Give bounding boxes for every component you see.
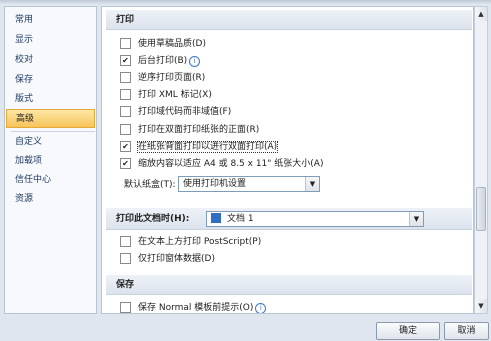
checkbox-draft-quality[interactable] [120, 37, 131, 49]
option-row[interactable]: 打印在双面打印纸张的正面(R) [120, 123, 259, 137]
option-label: 逆序打印页面(R) [138, 73, 206, 83]
option-label: 使用草稿品质(D) [138, 39, 206, 49]
option-label: 在纸张背面打印以进行双面打印(A) [136, 141, 279, 153]
sidebar-item-resources[interactable]: 资源 [6, 190, 95, 209]
sidebar-item-addins[interactable]: 加载项 [6, 152, 95, 171]
option-row[interactable]: 使用草稿品质(D) [120, 37, 206, 51]
sidebar-item-popular[interactable]: 常用 [6, 11, 95, 30]
option-row[interactable]: 在文本上方打印 PostScript(P) [120, 235, 261, 249]
checkbox-print-form-data[interactable] [120, 252, 131, 264]
print-document-title: 打印此文档时(H): [116, 214, 190, 224]
sidebar-item-advanced[interactable]: 高级 [6, 109, 95, 128]
default-tray-select[interactable]: 使用打印机设置 ▼ [178, 176, 320, 192]
content-scrollbar[interactable]: ▲ ▼ [474, 6, 488, 314]
option-row[interactable]: 打印 XML 标记(X) [120, 88, 212, 102]
option-label: 缩放内容以适应 A4 或 8.5 x 11" 纸张大小(A) [138, 159, 324, 169]
option-label: 保存 Normal 模板前提示(O) [138, 303, 254, 313]
options-sidebar: 常用 显示 校对 保存 版式 高级 自定义 加载项 信任中心 资源 [4, 6, 97, 314]
default-tray-label: 默认纸盒(T): [124, 180, 176, 190]
default-tray-value: 使用打印机设置 [183, 179, 247, 189]
section-header-print: 打印 [106, 10, 472, 30]
checkbox-print-front-duplex[interactable] [120, 123, 131, 135]
checkbox-scale-content[interactable] [120, 157, 131, 169]
option-row[interactable]: 打印域代码而非域值(F) [120, 105, 231, 119]
option-label: 后台打印(B) [138, 56, 188, 66]
option-label: 在文本上方打印 PostScript(P) [138, 237, 262, 247]
sidebar-divider [11, 131, 95, 132]
print-document-value: 文档 1 [227, 214, 254, 224]
document-icon [211, 212, 221, 223]
option-row[interactable]: 仅打印窗体数据(D) [120, 252, 215, 266]
scrollbar-thumb[interactable] [476, 187, 486, 231]
checkbox-background-print[interactable] [120, 54, 131, 66]
checkbox-reverse-order[interactable] [120, 71, 131, 83]
checkbox-print-postscript[interactable] [120, 235, 131, 247]
option-row[interactable]: 在纸张背面打印以进行双面打印(A) [120, 140, 279, 154]
scroll-down-icon[interactable]: ▼ [475, 299, 487, 313]
scroll-up-icon[interactable]: ▲ [475, 7, 487, 21]
sidebar-item-display[interactable]: 显示 [6, 31, 95, 50]
option-row[interactable]: 保存 Normal 模板前提示(O) i [120, 301, 267, 313]
checkbox-print-xml-tags[interactable] [120, 88, 131, 100]
option-row[interactable]: 缩放内容以适应 A4 或 8.5 x 11" 纸张大小(A) [120, 157, 323, 171]
option-label: 打印 XML 标记(X) [138, 90, 212, 100]
ok-button[interactable]: 确定 [376, 322, 440, 340]
sidebar-item-layout[interactable]: 版式 [6, 90, 95, 109]
cancel-button[interactable]: 取消 [444, 322, 489, 340]
checkbox-print-back-duplex[interactable] [120, 140, 131, 152]
sidebar-item-trust-center[interactable]: 信任中心 [6, 171, 95, 190]
window-top-edge [0, 0, 491, 5]
chevron-down-icon[interactable]: ▼ [305, 177, 319, 191]
options-content-panel: 打印 使用草稿品质(D) 后台打印(B)i 逆序打印页面(R) 打印 XML 标… [101, 6, 474, 314]
print-document-select[interactable]: 文档 1 ▼ [206, 211, 424, 227]
checkbox-prompt-normal-template[interactable] [120, 301, 131, 313]
option-label: 仅打印窗体数据(D) [138, 254, 215, 264]
info-icon: i [255, 302, 267, 313]
sidebar-item-proofing[interactable]: 校对 [6, 51, 95, 70]
sidebar-item-customize[interactable]: 自定义 [6, 133, 95, 152]
info-icon: i [189, 55, 201, 67]
option-label: 打印在双面打印纸张的正面(R) [138, 125, 260, 135]
option-label: 打印域代码而非域值(F) [138, 107, 232, 117]
word-options-dialog: 常用 显示 校对 保存 版式 高级 自定义 加载项 信任中心 资源 打印 使用草… [0, 0, 491, 341]
chevron-down-icon[interactable]: ▼ [409, 212, 423, 226]
section-header-save: 保存 [106, 275, 472, 295]
option-row[interactable]: 后台打印(B)i [120, 54, 201, 68]
sidebar-item-save[interactable]: 保存 [6, 71, 95, 90]
option-row[interactable]: 逆序打印页面(R) [120, 71, 205, 85]
checkbox-field-codes[interactable] [120, 105, 131, 117]
